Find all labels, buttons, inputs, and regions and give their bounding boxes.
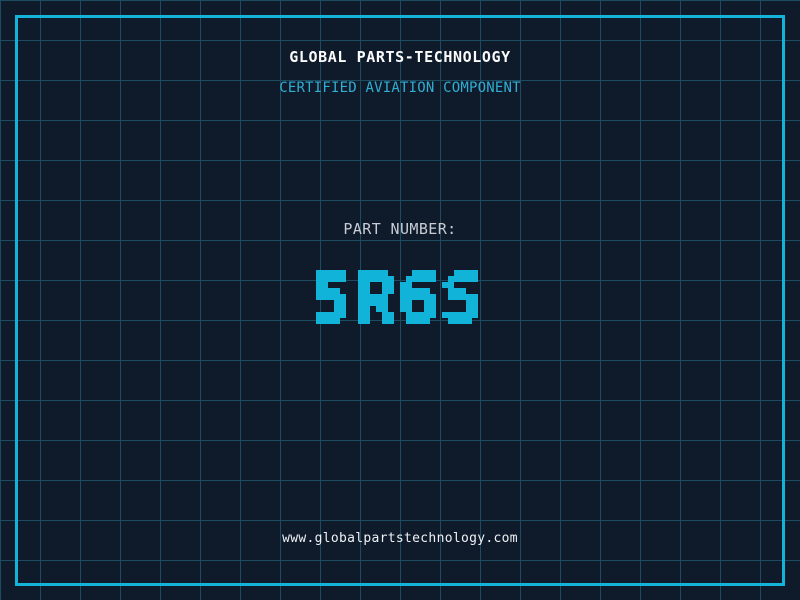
company-title: GLOBAL PARTS-TECHNOLOGY xyxy=(289,48,511,66)
part-number-value: 5R6S xyxy=(0,0,1,1)
certification-subtitle: CERTIFIED AVIATION COMPONENT xyxy=(279,80,521,96)
certificate-screen: { "theme": { "background": "#0f1a2b", "g… xyxy=(0,0,800,600)
website-url: www.globalpartstechnology.com xyxy=(282,531,518,546)
part-number-label: PART NUMBER: xyxy=(343,220,457,238)
part-number-display xyxy=(298,258,502,342)
